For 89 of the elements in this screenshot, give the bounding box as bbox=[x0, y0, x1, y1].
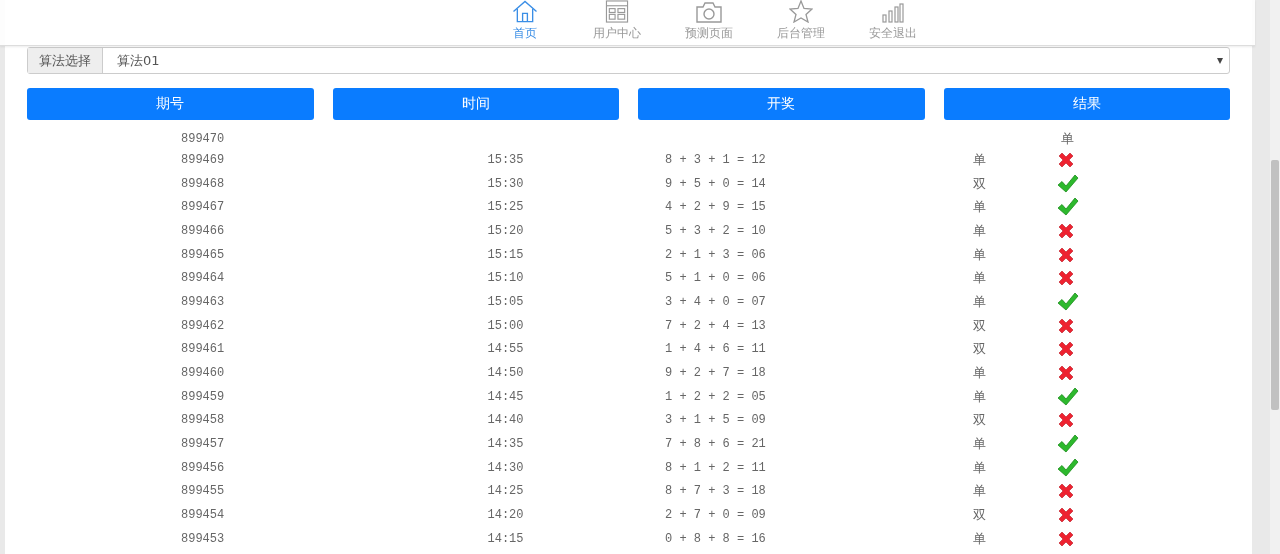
issue-number: 899466 bbox=[181, 223, 225, 238]
draw-time: 14:20 bbox=[487, 508, 524, 523]
draw-result: 4 + 2 + 9 = 15 bbox=[665, 200, 766, 215]
prediction: 双 bbox=[972, 411, 987, 430]
draw-time: 15:30 bbox=[487, 176, 524, 191]
column-header-button[interactable]: 期号 bbox=[27, 88, 314, 120]
prediction: 单 bbox=[972, 245, 987, 264]
draw-time: 14:40 bbox=[487, 413, 524, 428]
issue-number: 899464 bbox=[181, 271, 225, 286]
draw-result: 9 + 5 + 0 = 14 bbox=[665, 176, 766, 191]
prediction: 双 bbox=[972, 340, 987, 359]
issue-number: 899453 bbox=[181, 531, 225, 546]
draw-result: 3 + 1 + 5 = 09 bbox=[665, 413, 766, 428]
draw-result: 5 + 1 + 0 = 06 bbox=[665, 271, 766, 286]
issue-number: 899455 bbox=[181, 484, 225, 499]
draw-time: 15:05 bbox=[487, 294, 524, 309]
draw-time: 15:20 bbox=[487, 223, 524, 238]
prediction: 单 bbox=[972, 482, 987, 501]
field-label: 算法选择 bbox=[28, 48, 103, 73]
draw-result: 8 + 7 + 3 = 18 bbox=[665, 484, 766, 499]
prediction: 单 bbox=[972, 198, 987, 217]
draw-result: 0 + 8 + 8 = 16 bbox=[665, 531, 766, 546]
draw-result: 5 + 3 + 2 = 10 bbox=[665, 223, 766, 238]
bar-chart-icon bbox=[881, 3, 904, 23]
issue-number: 899467 bbox=[181, 200, 225, 215]
draw-result: 1 + 2 + 2 = 05 bbox=[665, 389, 766, 404]
caret-icon bbox=[1217, 57, 1223, 64]
draw-result: 7 + 2 + 4 = 13 bbox=[665, 318, 766, 333]
draw-result: 8 + 1 + 2 = 11 bbox=[665, 460, 766, 475]
prediction: 单 bbox=[972, 292, 987, 311]
column-header-button[interactable]: 时间 bbox=[332, 88, 619, 120]
prediction: 单 bbox=[972, 269, 987, 288]
column-header-button[interactable]: 结果 bbox=[943, 88, 1230, 120]
draw-time: 14:50 bbox=[487, 366, 524, 381]
nav-item[interactable]: 预测页面 bbox=[662, 0, 755, 45]
draw-time: 14:25 bbox=[487, 484, 524, 499]
draw-time: 14:30 bbox=[487, 460, 524, 475]
draw-result: 9 + 2 + 7 = 18 bbox=[665, 366, 766, 381]
issue-number: 899463 bbox=[181, 294, 225, 309]
prediction: 单 bbox=[972, 387, 987, 406]
issue-number: 899460 bbox=[181, 366, 225, 381]
issue-number: 899470 bbox=[181, 132, 225, 146]
draw-result: 2 + 7 + 0 = 09 bbox=[665, 508, 766, 523]
prediction: 单 bbox=[972, 435, 987, 454]
issue-number: 899469 bbox=[181, 152, 225, 167]
select-field[interactable]: 算法选择 算法01 bbox=[27, 47, 1230, 74]
camera-icon bbox=[695, 1, 722, 23]
issue-number: 899456 bbox=[181, 460, 225, 475]
issue-number: 899462 bbox=[181, 318, 225, 333]
nav-item[interactable]: 后台管理 bbox=[754, 0, 847, 45]
draw-time: 15:25 bbox=[487, 200, 524, 215]
draw-result: 8 + 3 + 1 = 12 bbox=[665, 152, 766, 167]
draw-time: 14:45 bbox=[487, 389, 524, 404]
draw-time: 14:55 bbox=[487, 342, 524, 357]
issue-number: 899465 bbox=[181, 247, 225, 262]
prediction: 双 bbox=[972, 506, 987, 525]
issue-number: 899454 bbox=[181, 508, 225, 523]
draw-time: 14:35 bbox=[487, 437, 524, 452]
prediction: 双 bbox=[972, 174, 987, 193]
prediction: 单 bbox=[972, 221, 987, 240]
star-icon bbox=[788, 0, 813, 23]
issue-number: 899468 bbox=[181, 176, 225, 191]
field-value: 算法01 bbox=[116, 51, 161, 70]
issue-number: 899458 bbox=[181, 413, 225, 428]
home-icon bbox=[511, 0, 538, 23]
draw-result: 7 + 8 + 6 = 21 bbox=[665, 437, 766, 452]
prediction: 双 bbox=[972, 316, 987, 335]
prediction: 单 bbox=[972, 458, 987, 477]
draw-result: 2 + 1 + 3 = 06 bbox=[665, 247, 766, 262]
nav-item[interactable]: 首页 bbox=[478, 0, 571, 45]
draw-time: 15:00 bbox=[487, 318, 524, 333]
draw-time: 14:15 bbox=[487, 531, 524, 546]
prediction: 单 bbox=[1060, 130, 1074, 148]
draw-time: 15:15 bbox=[487, 247, 524, 262]
scrollbar[interactable] bbox=[1270, 0, 1280, 554]
issue-number: 899459 bbox=[181, 389, 225, 404]
grid-icon bbox=[604, 0, 629, 23]
column-header-button[interactable]: 开奖 bbox=[638, 88, 925, 120]
issue-number: 899457 bbox=[181, 437, 225, 452]
prediction: 单 bbox=[972, 364, 987, 383]
prediction: 单 bbox=[972, 150, 987, 169]
issue-number: 899461 bbox=[181, 342, 225, 357]
prediction: 单 bbox=[972, 529, 987, 548]
draw-result: 1 + 4 + 6 = 11 bbox=[665, 342, 766, 357]
draw-time: 15:35 bbox=[487, 152, 524, 167]
nav-item[interactable]: 用户中心 bbox=[570, 0, 663, 45]
draw-time: 15:10 bbox=[487, 271, 524, 286]
nav-item[interactable]: 安全退出 bbox=[846, 0, 939, 45]
draw-result: 3 + 4 + 0 = 07 bbox=[665, 294, 766, 309]
